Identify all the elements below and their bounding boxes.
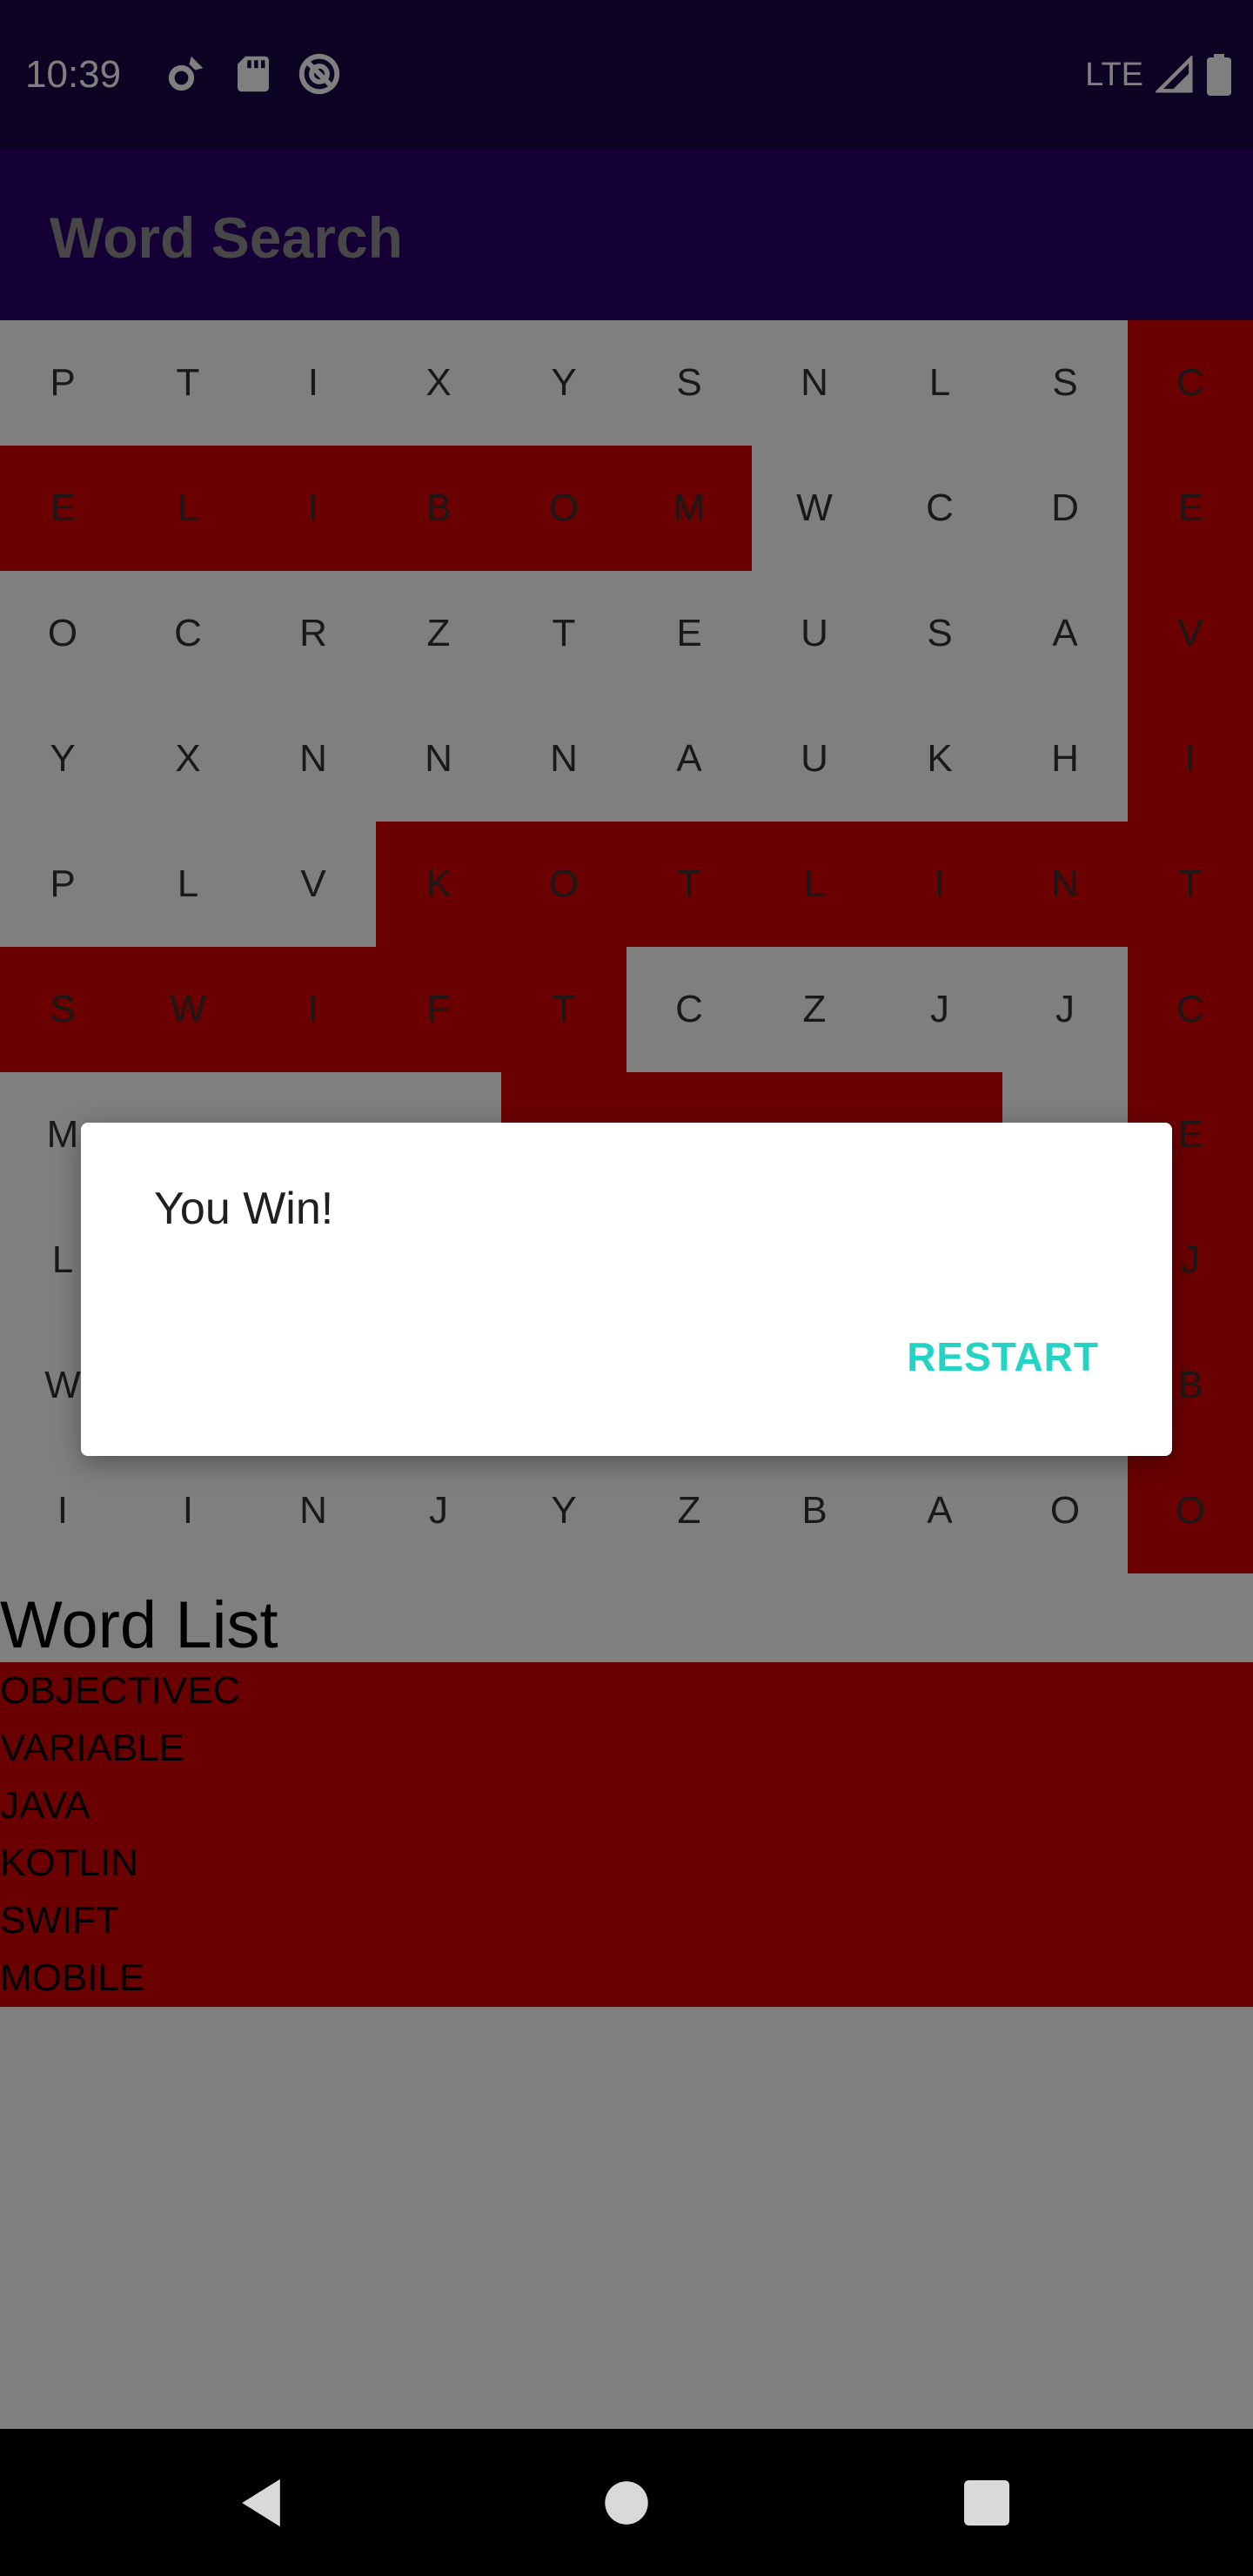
home-icon	[605, 2480, 648, 2525]
restart-button[interactable]: RESTART	[907, 1333, 1099, 1380]
navigation-bar	[0, 2429, 1253, 2576]
back-icon	[242, 2479, 280, 2526]
win-dialog: You Win! RESTART	[81, 1123, 1172, 1456]
dialog-message: You Win!	[154, 1184, 334, 1234]
recents-button[interactable]	[935, 2429, 1039, 2576]
home-button[interactable]	[574, 2429, 679, 2576]
recents-icon	[964, 2479, 1009, 2526]
back-button[interactable]	[209, 2429, 313, 2576]
